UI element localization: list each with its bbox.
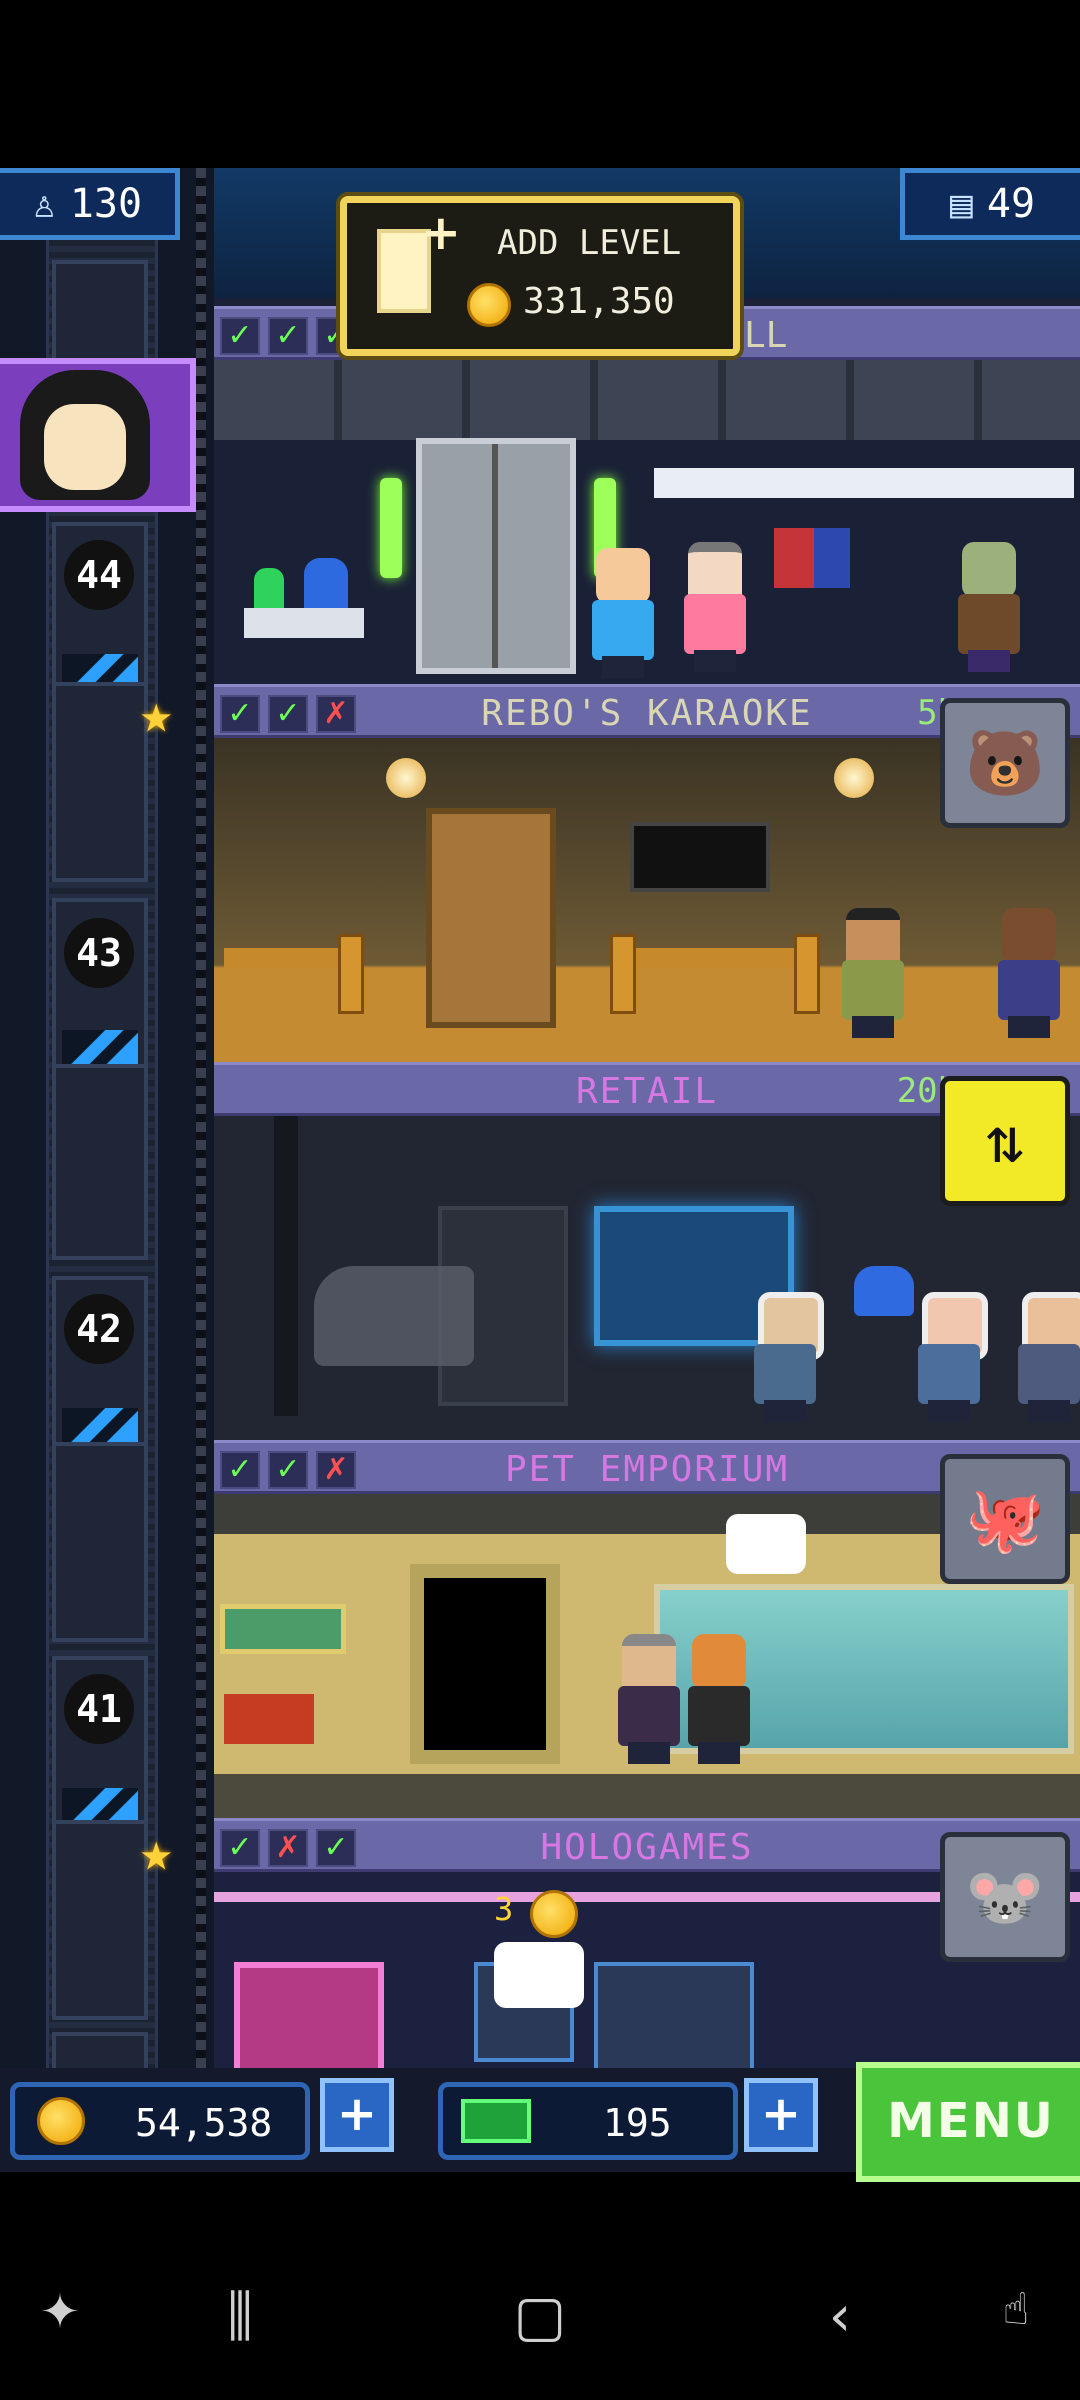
buy-coins-button[interactable]: + — [320, 2078, 394, 2152]
buy-bux-button[interactable]: + — [744, 2078, 818, 2152]
person-icon: ♙ — [32, 182, 56, 226]
elevator-wait-icon[interactable]: ⇅ — [940, 1076, 1070, 1206]
floor-number-43: 43 — [64, 918, 134, 988]
visitor-sprite[interactable] — [680, 542, 750, 672]
android-nav-bar: ✦ ⫼ ▢ ‹ ☝ — [0, 2244, 1080, 2400]
coin-icon — [37, 2097, 85, 2145]
coins-display[interactable]: 54,538 — [10, 2082, 310, 2160]
bonus-count: 3 — [494, 1890, 514, 1928]
building-icon: ▤ — [949, 182, 973, 226]
coin-bonus[interactable]: 3 — [494, 1890, 614, 1940]
alien-sprite[interactable] — [954, 542, 1024, 672]
star-icon: ★ — [140, 1820, 173, 1883]
elevator-shaft[interactable]: 44 ★ 43 42 41 ★ — [0, 168, 214, 2166]
shop-door — [410, 1564, 560, 1764]
lab-door — [416, 438, 576, 674]
visitor-sprite[interactable] — [994, 908, 1064, 1038]
floor-count-value: 49 — [986, 181, 1036, 227]
visitor-sprite[interactable] — [614, 1634, 684, 1764]
recent-apps-icon[interactable]: ⫼ — [200, 2284, 280, 2364]
floor-count-counter[interactable]: ▤ 49 — [900, 168, 1080, 240]
population-counter[interactable]: ♙ 130 — [0, 168, 180, 240]
new-floor-icon — [377, 205, 461, 313]
elevator-slot — [52, 1442, 148, 1642]
karaoke-door — [426, 808, 556, 1028]
visitor-sprite[interactable] — [914, 1292, 988, 1422]
visitor-sprite[interactable] — [588, 548, 658, 678]
visitor-sprite[interactable] — [838, 908, 908, 1038]
add-level-button[interactable]: ADD LEVEL 331,350 — [340, 196, 740, 356]
coin-icon — [530, 1890, 578, 1938]
floor-number-41: 41 — [64, 1674, 134, 1744]
floor-number-42: 42 — [64, 1294, 134, 1364]
floor-number-44: 44 — [64, 540, 134, 610]
visitor-sprite[interactable] — [750, 1292, 824, 1422]
hooded-figure-icon — [20, 370, 150, 500]
elevator-slot — [52, 1064, 148, 1260]
shaft-cable — [196, 168, 206, 2166]
game-launcher-icon[interactable]: ✦ — [20, 2284, 100, 2364]
resident-bear-icon[interactable]: 🐻 — [940, 698, 1070, 828]
floor-pet-emporium[interactable]: ✓✓✗ PET EMPORIUM 29m 🐙 — [214, 1440, 1080, 1818]
elevator-slot — [52, 682, 148, 882]
floor-name-partial: LL — [744, 315, 788, 356]
star-icon: ★ — [140, 682, 173, 745]
visitor-sprite[interactable] — [1014, 1292, 1080, 1422]
visitor-sprite[interactable] — [684, 1634, 754, 1764]
bux-icon — [461, 2099, 531, 2143]
back-icon[interactable]: ‹ — [800, 2284, 880, 2364]
floor-karaoke[interactable]: ✓✓✗ REBO'S KARAOKE 5h 36m 🐻 — [214, 684, 1080, 1062]
speech-bubble[interactable] — [726, 1514, 806, 1574]
coin-icon — [467, 283, 511, 327]
karaoke-screen — [630, 822, 770, 892]
resident-octopus-icon[interactable]: 🐙 — [940, 1454, 1070, 1584]
elevator-car[interactable] — [52, 260, 148, 366]
coins-value: 54,538 — [135, 2101, 273, 2145]
screen-touch-icon[interactable]: ☝ — [976, 2284, 1056, 2364]
vip-avatar[interactable] — [0, 358, 196, 512]
menu-button[interactable]: MENU — [856, 2062, 1080, 2182]
resident-creature-icon[interactable]: 🐭 — [940, 1832, 1070, 1962]
task-checks: ✓ ✓ ✓ — [220, 317, 356, 355]
game-viewport[interactable]: 44 ★ 43 42 41 ★ ✓ ✓ ✓ LL + ADD LEVEL 331… — [0, 168, 1080, 2166]
status-bar-area — [0, 0, 1080, 168]
population-value: 130 — [69, 181, 143, 227]
bux-display[interactable]: 195 — [438, 2082, 738, 2160]
home-icon[interactable]: ▢ — [500, 2284, 580, 2364]
add-level-cost: 331,350 — [523, 281, 675, 322]
add-level-label: ADD LEVEL — [497, 223, 682, 263]
floor-retail[interactable]: RETAIL 20h 11m ⇅ — [214, 1062, 1080, 1440]
speech-bubble[interactable] — [494, 1942, 584, 2008]
bux-value: 195 — [603, 2101, 672, 2145]
elevator-slot — [52, 1820, 148, 2020]
